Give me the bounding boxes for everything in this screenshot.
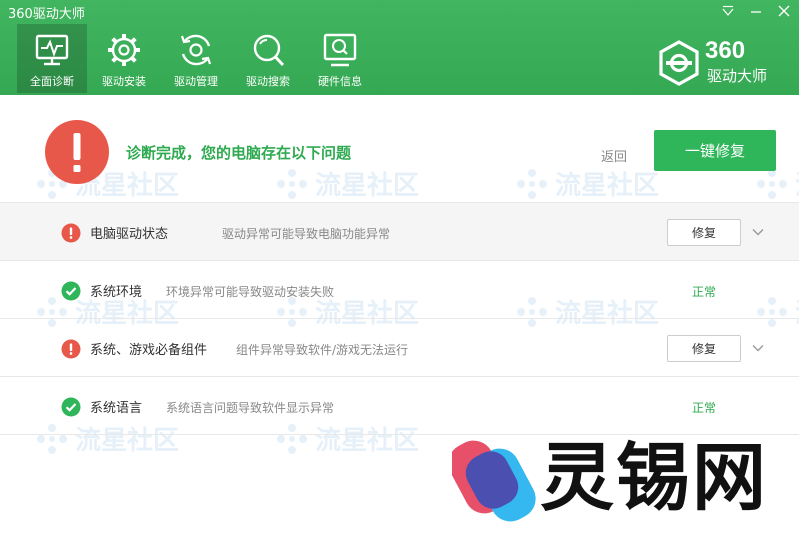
chevron-down-icon[interactable]: [751, 225, 765, 239]
item-description: 组件异常导致软件/游戏无法运行: [236, 343, 409, 357]
main-nav: 全面诊断 驱动安装 驱动管理 驱动搜索 硬件信息: [17, 24, 377, 93]
tab-label: 全面诊断: [30, 75, 74, 88]
tab-driver-search[interactable]: 驱动搜索: [233, 24, 303, 93]
window-controls: [719, 2, 793, 20]
check-icon: [61, 281, 81, 301]
back-link[interactable]: 返回: [601, 146, 627, 165]
tab-label: 硬件信息: [318, 75, 362, 88]
item-description: 环境异常可能导致驱动安装失败: [166, 285, 335, 299]
tab-hardware-info[interactable]: 硬件信息: [305, 24, 375, 93]
error-icon: [61, 339, 81, 359]
hexagon-logo-icon: [659, 40, 699, 86]
window-title: 360驱动大师: [8, 7, 85, 22]
logo-number: 360: [705, 37, 746, 64]
hardware-search-icon: [323, 33, 357, 67]
tab-full-diagnosis[interactable]: 全面诊断: [17, 24, 87, 93]
diagnosis-list: 电脑驱动状态 驱动异常可能导致电脑功能异常 修复 系统环境 环境异常可能导致驱动…: [0, 202, 799, 435]
brand-text: 灵锡网: [540, 435, 768, 521]
chevron-down-icon[interactable]: [751, 341, 765, 355]
tab-label: 驱动管理: [174, 75, 218, 88]
tab-driver-install[interactable]: 驱动安装: [89, 24, 159, 93]
tab-driver-manage[interactable]: 驱动管理: [161, 24, 231, 93]
list-item-system-environment: 系统环境 环境异常可能导致驱动安装失败 正常: [0, 260, 799, 318]
item-title: 系统环境: [90, 285, 143, 300]
status-normal-label: 正常: [692, 401, 717, 415]
big-alert-icon: [45, 120, 109, 184]
app-logo: 360 驱动大师: [656, 37, 786, 86]
diagnosis-message: 诊断完成，您的电脑存在以下问题: [126, 144, 352, 162]
monitor-pulse-icon: [35, 34, 69, 66]
diagnosis-status-panel: 诊断完成，您的电脑存在以下问题 返回 一键修复: [0, 95, 799, 202]
list-item-system-language: 系统语言 系统语言问题导致软件显示异常 正常: [0, 376, 799, 434]
logo-subtitle: 驱动大师: [707, 67, 768, 85]
close-icon[interactable]: [775, 2, 793, 20]
item-description: 驱动异常可能导致电脑功能异常: [222, 227, 391, 241]
refresh-gear-icon: [180, 34, 212, 66]
menu-dropdown-icon[interactable]: [719, 2, 737, 20]
search-icon: [253, 34, 285, 67]
title-bar-header: 360驱动大师 全面诊断 驱动安装 驱动管理 驱动搜索 硬件信息 360 驱动大…: [0, 0, 799, 95]
brand-logo-icon: [452, 440, 536, 522]
item-title: 电脑驱动状态: [90, 227, 169, 242]
status-normal-label: 正常: [692, 285, 717, 299]
repair-button[interactable]: 修复: [667, 335, 741, 362]
brand-watermark: 灵锡网: [452, 430, 782, 530]
tab-label: 驱动搜索: [246, 75, 290, 88]
list-item-driver-status: 电脑驱动状态 驱动异常可能导致电脑功能异常 修复: [0, 202, 799, 260]
error-icon: [61, 223, 81, 243]
check-icon: [61, 397, 81, 417]
item-title: 系统语言: [90, 401, 143, 416]
gear-icon: [108, 34, 140, 66]
tab-label: 驱动安装: [102, 75, 146, 88]
list-item-system-components: 系统、游戏必备组件 组件异常导致软件/游戏无法运行 修复: [0, 318, 799, 376]
one-click-repair-button[interactable]: 一键修复: [654, 130, 776, 171]
item-description: 系统语言问题导致软件显示异常: [166, 401, 335, 415]
minimize-icon[interactable]: [747, 2, 765, 20]
item-title: 系统、游戏必备组件: [90, 343, 208, 358]
repair-button[interactable]: 修复: [667, 219, 741, 246]
